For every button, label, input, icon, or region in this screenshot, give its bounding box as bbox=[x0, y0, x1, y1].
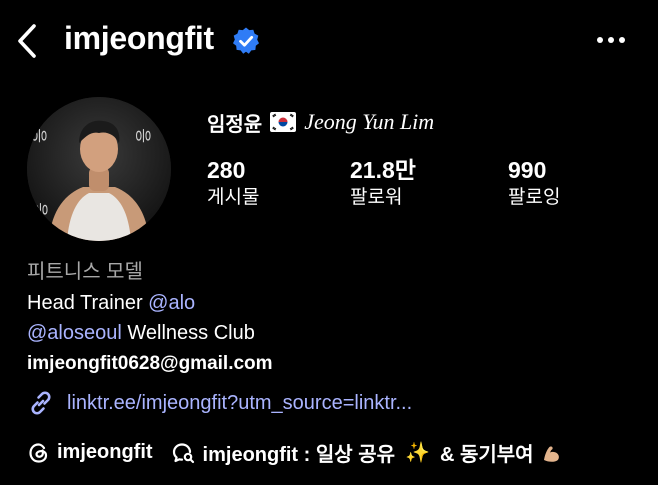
external-link[interactable]: linktr.ee/imjeongfit?utm_source=linktr..… bbox=[27, 389, 412, 417]
full-name-korean: 임정윤 bbox=[207, 113, 263, 136]
bio-text: Wellness Club bbox=[121, 322, 255, 344]
threads-feed-chip[interactable]: imjeongfit : 일상 공유 ✨ & 동기부여 bbox=[171, 438, 564, 467]
full-name-row: 임정윤 Jeong Yun Lim bbox=[207, 108, 434, 136]
threads-icon bbox=[29, 442, 48, 463]
following-label: 팔로잉 bbox=[508, 187, 561, 208]
verified-badge-icon bbox=[233, 27, 259, 54]
threads-feed-suffix: & 동기부여 bbox=[439, 444, 534, 466]
posts-label: 게시물 bbox=[207, 187, 260, 208]
mention-aloseoul-link[interactable]: @aloseoul bbox=[27, 322, 122, 344]
threads-handle: imjeongfit bbox=[57, 441, 153, 463]
mention-alo-link[interactable]: @alo bbox=[148, 292, 195, 314]
full-name-english: Jeong Yun Lim bbox=[304, 109, 435, 134]
svg-text:응: 응 bbox=[30, 128, 49, 143]
threads-feed-label: imjeongfit : 일상 공유 bbox=[202, 444, 396, 466]
profile-username: imjeongfit bbox=[64, 20, 214, 56]
threads-row: imjeongfit imjeongfit : 일상 공유 ✨ & 동기부여 bbox=[27, 438, 564, 467]
threads-chat-icon bbox=[172, 442, 194, 463]
svg-text:응: 응 bbox=[31, 202, 50, 217]
stat-followers[interactable]: 21.8만 팔로워 bbox=[350, 156, 416, 212]
contact-email[interactable]: imjeongfit0628@gmail.com bbox=[27, 350, 273, 378]
profile-category: 피트니스 모델 bbox=[27, 261, 143, 283]
bio-text: Head Trainer bbox=[27, 292, 149, 314]
south-korea-flag-icon bbox=[270, 112, 297, 132]
stat-following[interactable]: 990 팔로잉 bbox=[508, 156, 560, 212]
posts-count: 280 bbox=[207, 157, 246, 183]
more-options-icon[interactable] bbox=[592, 28, 630, 52]
bio-line-2: @aloseoul Wellness Club bbox=[27, 319, 255, 347]
followers-count: 21.8만 bbox=[350, 157, 416, 183]
external-link-text: linktr.ee/imjeongfit?utm_source=linktr..… bbox=[67, 391, 413, 414]
stat-posts[interactable]: 280 게시물 bbox=[207, 156, 259, 212]
sparkles-icon: ✨ bbox=[405, 442, 430, 464]
profile-photo-illustration: 응 응 응 bbox=[27, 97, 171, 241]
following-count: 990 bbox=[508, 157, 547, 183]
threads-profile-chip[interactable]: imjeongfit bbox=[27, 441, 153, 465]
back-arrow-icon[interactable] bbox=[12, 22, 42, 60]
svg-text:응: 응 bbox=[134, 128, 153, 143]
followers-label: 팔로워 bbox=[350, 187, 403, 208]
avatar[interactable]: 응 응 응 bbox=[27, 97, 171, 241]
bio-line-1: Head Trainer @alo bbox=[27, 289, 195, 317]
flexed-biceps-icon bbox=[543, 446, 559, 462]
link-icon bbox=[31, 391, 51, 415]
